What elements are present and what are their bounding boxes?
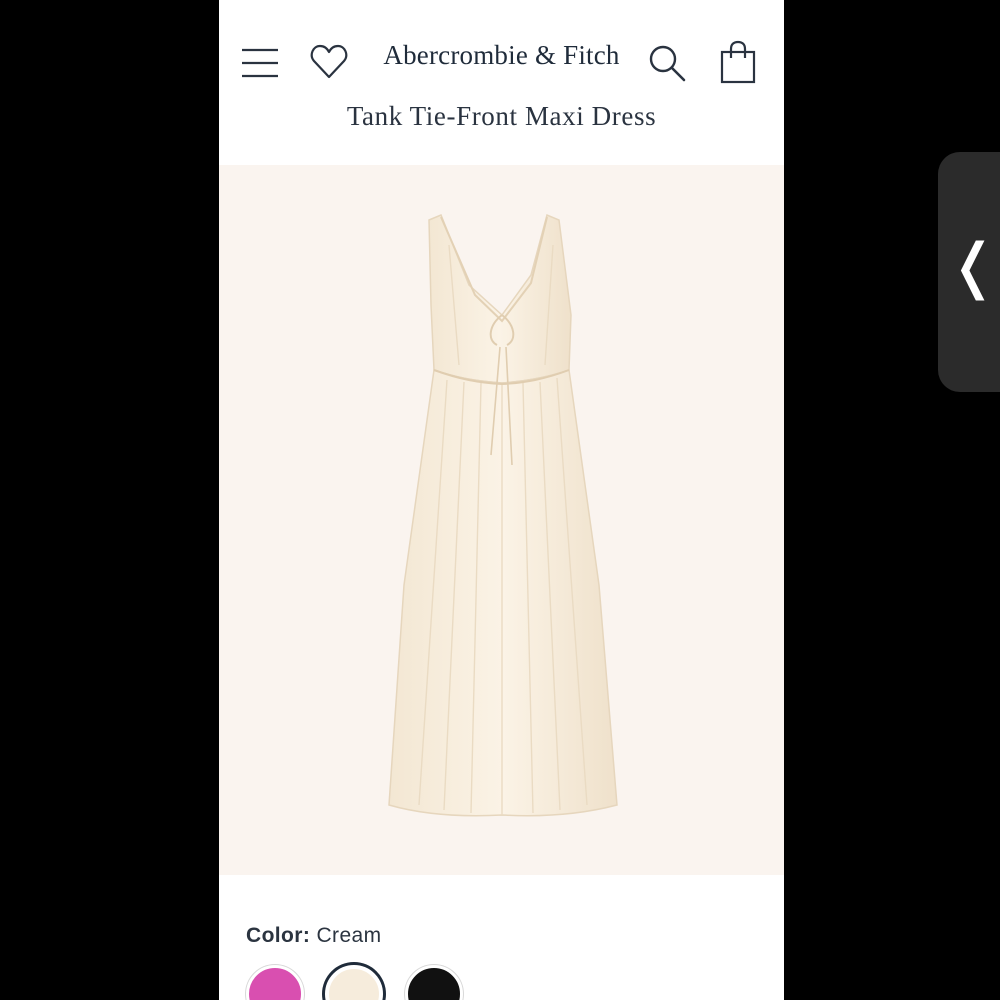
brand-logo[interactable]: Abercrombie & Fitch (369, 40, 634, 71)
product-title: Tank Tie-Front Maxi Dress (346, 101, 657, 131)
product-image[interactable] (219, 165, 784, 875)
shopping-bag-icon[interactable] (719, 40, 757, 84)
swatch-cream-selected[interactable] (325, 965, 383, 1000)
swatch-pink[interactable] (246, 965, 304, 1000)
heart-icon[interactable] (310, 44, 348, 80)
menu-icon[interactable] (241, 46, 279, 80)
dress-image (388, 213, 618, 817)
search-icon[interactable] (647, 43, 687, 83)
color-selector-label: Color: Cream (246, 924, 382, 948)
color-value: Cream (316, 924, 382, 947)
site-header: Abercrombie & Fitch Tank Tie-Front Maxi … (219, 0, 784, 165)
chevron-left-icon[interactable]: ❬ (948, 236, 998, 296)
color-label: Color: (246, 924, 311, 947)
phone-screen: Abercrombie & Fitch Tank Tie-Front Maxi … (219, 0, 784, 1000)
color-swatches (246, 965, 546, 1000)
swatch-black[interactable] (405, 965, 463, 1000)
